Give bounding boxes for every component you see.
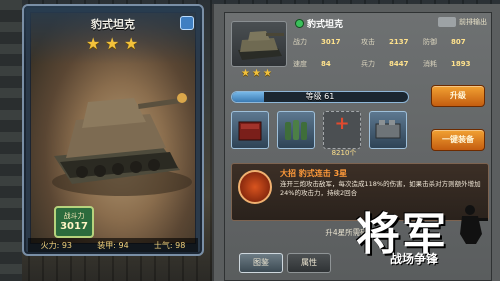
tank-illustration-icon bbox=[52, 93, 192, 196]
engine-icon bbox=[375, 120, 401, 139]
skill-description: 连开三炮攻击敌军，每次造成118%的伤害，如果击杀对方则额外增加24%的攻击力，… bbox=[280, 180, 481, 197]
background-building-strip bbox=[0, 0, 22, 281]
star-icon: ★ bbox=[124, 34, 139, 53]
rank-dot-icon bbox=[295, 19, 304, 28]
card-stat-firepower: 火力: 93 bbox=[40, 240, 73, 250]
stat-label: 战力 bbox=[293, 38, 307, 46]
equipment-slot-fuel[interactable]: + 8210个 bbox=[323, 111, 361, 157]
skill-explosion-icon[interactable] bbox=[238, 170, 272, 204]
unit-card: 豹式坦克 ★ ★ ★ 战斗力 3017 火力: 93 装甲: 94 士气: 98 bbox=[22, 4, 204, 256]
star-icon: ★ bbox=[263, 68, 272, 79]
stat-value: 807 bbox=[451, 38, 466, 46]
card-stats-bar: 火力: 93 装甲: 94 士气: 98 bbox=[28, 238, 198, 252]
unit-name: 豹式坦克 bbox=[307, 20, 344, 30]
shells-icon bbox=[285, 120, 307, 140]
level-text: 等级 61 bbox=[305, 92, 335, 101]
role-label: 前排输出 bbox=[459, 18, 487, 26]
fuel-count: 8210个 bbox=[331, 149, 357, 157]
unit-stats-grid: 战力 3017 攻击 2137 防御 807 速度 84 兵力 8447 消耗 … bbox=[293, 33, 489, 73]
stat-value: 84 bbox=[321, 60, 331, 68]
stat-value: 1893 bbox=[451, 60, 471, 68]
stat-label: 攻击 bbox=[361, 38, 375, 46]
card-stat-morale: 士气: 98 bbox=[153, 240, 186, 250]
card-title: 豹式坦克 bbox=[91, 18, 135, 31]
stat-label: 兵力 bbox=[361, 60, 375, 68]
unit-name-row: 豹式坦克 bbox=[295, 17, 343, 30]
stat-label: 防御 bbox=[423, 38, 437, 46]
unit-thumbnail[interactable] bbox=[231, 21, 287, 67]
stat-value: 8447 bbox=[389, 60, 409, 68]
tab-shuxing[interactable]: 属性 bbox=[287, 253, 331, 273]
level-progress-bar: 等级 61 bbox=[231, 91, 409, 103]
equipment-slot-ammo[interactable] bbox=[231, 111, 269, 149]
tab-tujian[interactable]: 图鉴 bbox=[239, 253, 283, 273]
star-icon: ★ bbox=[241, 68, 250, 79]
equipment-slot-engine[interactable] bbox=[369, 111, 407, 149]
star-icon: ★ bbox=[105, 34, 120, 53]
tank-thumbnail-icon bbox=[238, 31, 284, 60]
thumbnail-stars: ★ ★ ★ bbox=[241, 69, 273, 79]
ammo-crate-icon bbox=[238, 121, 262, 141]
combat-power-value: 3017 bbox=[60, 221, 88, 232]
card-corner-icon bbox=[180, 16, 194, 30]
star-icon: ★ bbox=[252, 68, 261, 79]
star-icon: ★ bbox=[86, 34, 101, 53]
stat-value: 3017 bbox=[321, 38, 341, 46]
equip-all-button[interactable]: 一键装备 bbox=[431, 129, 485, 151]
game-logo: 将军 战场争锋 bbox=[356, 198, 496, 278]
stat-label: 速度 bbox=[293, 60, 307, 68]
plus-icon: + bbox=[334, 113, 350, 134]
card-stat-armor: 装甲: 94 bbox=[97, 240, 129, 250]
role-tag: 前排输出 bbox=[438, 17, 487, 27]
card-stars: ★ ★ ★ bbox=[86, 36, 140, 52]
combat-power-label: 战斗力 bbox=[63, 212, 85, 220]
logo-sub-text: 战场争锋 bbox=[390, 252, 439, 266]
unit-header: ★ ★ ★ 豹式坦克 前排输出 战力 3017 攻击 2137 防御 807 速… bbox=[225, 13, 493, 79]
skill-title: 大招 豹式连击 3星 bbox=[280, 169, 348, 178]
stat-value: 2137 bbox=[389, 38, 409, 46]
upgrade-button[interactable]: 升级 bbox=[431, 85, 485, 107]
combat-power-badge: 战斗力 3017 bbox=[54, 206, 94, 238]
tank-role-icon bbox=[438, 17, 456, 27]
equipment-row: + 8210个 bbox=[231, 111, 427, 159]
equipment-slot-shells[interactable] bbox=[277, 111, 315, 149]
soldier-silhouette-icon bbox=[460, 205, 488, 244]
stat-label: 消耗 bbox=[423, 60, 437, 68]
